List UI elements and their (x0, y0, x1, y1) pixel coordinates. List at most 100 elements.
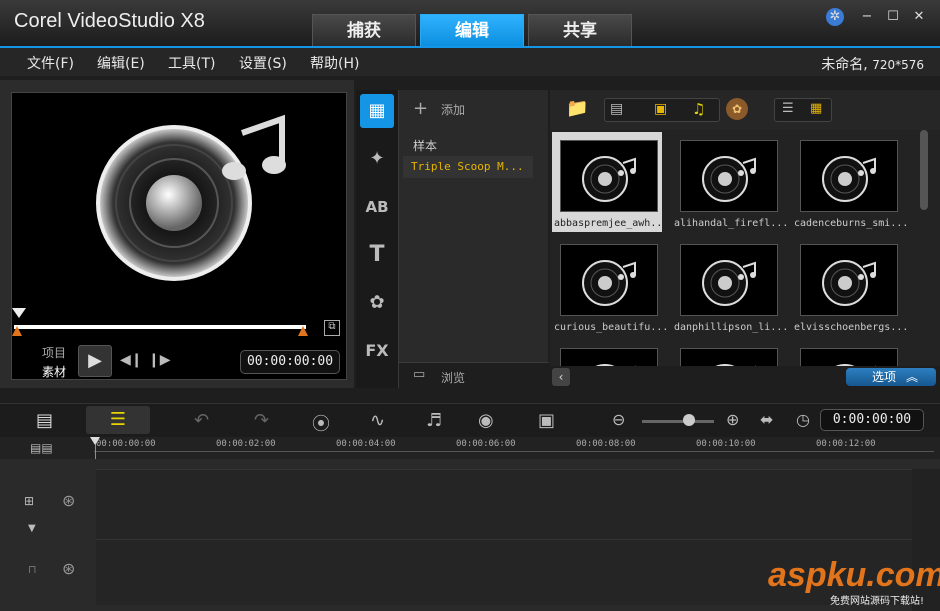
auto-music-icon[interactable]: ♬ (426, 410, 442, 431)
record-capture-icon[interactable]: ⦿ (312, 410, 330, 436)
duration-clock-icon[interactable]: ◷ (796, 410, 810, 429)
grid-toolbar: 📁 ▤ ▣ ♫ ✿ ☰ ▦ (550, 90, 940, 130)
music-thumbnail-icon (560, 244, 658, 316)
menu-settings[interactable]: 设置(S) (239, 53, 287, 73)
maximize-icon[interactable]: ☐ (884, 8, 902, 26)
minimize-icon[interactable]: − (858, 8, 876, 26)
prev-frame-icon[interactable]: ◀❙ (120, 352, 143, 368)
preview-screen (11, 92, 347, 380)
close-icon[interactable]: ✕ (910, 8, 928, 26)
collapse-left-icon[interactable]: ‹ (552, 368, 570, 386)
track-manager-icon[interactable]: ▤▤ (30, 441, 53, 455)
project-name: 未命名 (821, 57, 864, 73)
thumbnail-caption: elvisschoenbergs... (794, 322, 909, 333)
thumbnail-item[interactable] (672, 340, 782, 366)
tab-capture[interactable]: 捕获 (312, 14, 416, 46)
zoom-slider[interactable] (642, 420, 714, 423)
menu-bar: 文件(F) 编辑(E) 工具(T) 设置(S) 帮助(H) 未命名, 720*5… (0, 46, 940, 76)
library-tabs: ▦ ✦ AB T ✿ FX (356, 90, 398, 388)
motion-tracking-icon[interactable]: ◉ (478, 410, 494, 431)
menu-edit[interactable]: 编辑(E) (97, 53, 145, 73)
project-resolution: 720*576 (872, 58, 924, 72)
storyboard-view-icon[interactable]: ▤ (36, 410, 53, 431)
add-folder-label[interactable]: 添加 (441, 101, 465, 118)
menu-help[interactable]: 帮助(H) (310, 53, 359, 73)
add-icon[interactable]: + (413, 98, 428, 119)
timeline-ruler[interactable]: ▤▤ 00:00:00:00 00:00:02:00 00:00:04:00 0… (0, 437, 940, 470)
graphics-icon[interactable]: ✿ (360, 286, 394, 320)
folder-panel: + 添加 样本 Triple Scoop M... ▭ 浏览 (398, 90, 549, 388)
thumbnail-caption: alihandal_firefl... (674, 218, 789, 229)
grid-scrollbar[interactable] (920, 130, 928, 210)
transition-icon[interactable]: AB (360, 190, 394, 224)
triple-scoop-icon[interactable]: ✿ (726, 98, 748, 120)
ruler-baseline (94, 451, 934, 452)
media-grid-panel: 📁 ▤ ▣ ♫ ✿ ☰ ▦ abbaspremjee_awh... alihan… (550, 90, 940, 388)
ruler-tick-label: 00:00:04:00 (336, 439, 396, 449)
enlarge-preview-icon[interactable]: ⧉ (324, 320, 340, 336)
trim-end-icon[interactable] (298, 326, 308, 336)
undo-icon[interactable]: ↶ (194, 410, 209, 431)
instant-project-icon[interactable]: ✦ (360, 142, 394, 176)
menu-file[interactable]: 文件(F) (27, 53, 74, 73)
tab-edit[interactable]: 编辑 (420, 14, 524, 46)
zoom-slider-handle[interactable] (683, 414, 695, 426)
browse-icon[interactable]: ▭ (413, 367, 425, 382)
scrub-bar[interactable] (14, 325, 306, 329)
media-tab-icon[interactable]: ▦ (360, 94, 394, 128)
timeline-toolbar: ▤ ☰ ↶ ↷ ⦿ ∿ ♬ ◉ ▣ ⊖ ⊕ ⬌ ◷ 0:00:00:00 (0, 403, 940, 437)
mark-in-handle-icon[interactable] (12, 308, 26, 318)
expand-track-icon[interactable]: ▼ (28, 523, 36, 534)
overlay-lock-icon[interactable]: ⊓ (28, 563, 37, 576)
thumbnail-item[interactable] (552, 340, 662, 366)
preview-timecode[interactable]: 00:00:00:00 (240, 350, 340, 374)
thumbnail-item[interactable]: elvisschoenbergs... (792, 236, 908, 336)
folder-item-selected[interactable]: Triple Scoop M... (403, 156, 533, 178)
title-icon[interactable]: T (360, 238, 394, 272)
app-window: Corel VideoStudio X8 捕获 编辑 共享 ✲ − ☐ ✕ 文件… (0, 0, 940, 611)
music-thumbnail-icon (560, 140, 658, 212)
thumbnail-item[interactable]: danphillipson_li... (672, 236, 788, 336)
music-thumbnail-icon (800, 244, 898, 316)
fit-project-icon[interactable]: ⬌ (760, 410, 773, 429)
list-view-icon[interactable]: ☰ (782, 101, 794, 116)
thumbnail-item[interactable]: alihandal_firefl... (672, 132, 788, 232)
filter-icon[interactable]: FX (360, 334, 394, 368)
thumbnail-item[interactable]: cadenceburns_smi... (792, 132, 908, 232)
timeline-view-icon[interactable]: ☰ (86, 406, 150, 434)
folder-item[interactable]: 样本 (413, 137, 437, 154)
redo-icon[interactable]: ↷ (254, 410, 269, 431)
photo-filter-icon[interactable]: ▣ (654, 101, 667, 117)
playhead-handle-icon[interactable] (90, 437, 100, 445)
video-track[interactable] (96, 469, 912, 539)
preview-timecode-value: 00:00:00:00 (246, 354, 334, 369)
zoom-in-icon[interactable]: ⊕ (726, 410, 739, 429)
options-button[interactable]: 选项 ︽ (846, 368, 936, 386)
tab-share[interactable]: 共享 (528, 14, 632, 46)
browse-bar: ▭ 浏览 (399, 362, 549, 388)
folder-open-icon[interactable]: 📁 (566, 98, 588, 119)
video-filter-icon[interactable]: ▤ (610, 101, 623, 117)
thumbnail-caption: abbaspremjee_awh... (554, 218, 669, 229)
zoom-out-icon[interactable]: ⊖ (612, 410, 625, 429)
settings-globe-icon[interactable]: ✲ (826, 8, 844, 26)
watermark-logo: aspku.com (768, 556, 940, 595)
next-frame-icon[interactable]: ❙▶ (148, 352, 171, 368)
subtitle-editor-icon[interactable]: ▣ (538, 410, 555, 431)
trim-start-icon[interactable] (12, 326, 22, 336)
thumbnail-item[interactable] (792, 340, 902, 366)
browse-label[interactable]: 浏览 (441, 369, 465, 386)
thumbnail-item[interactable]: curious_beautifu... (552, 236, 668, 336)
mode-clip[interactable]: 素材 (42, 363, 66, 380)
thumbnail-item[interactable]: abbaspremjee_awh... (552, 132, 668, 232)
ruler-tick-label: 00:00:06:00 (456, 439, 516, 449)
grid-view-icon[interactable]: ▦ (810, 101, 822, 116)
lock-track-icon[interactable]: ⊞ (24, 494, 34, 508)
timeline-timecode[interactable]: 0:00:00:00 (820, 409, 924, 431)
menu-tools[interactable]: 工具(T) (168, 53, 215, 73)
mode-project[interactable]: 项目 (42, 344, 66, 361)
timeline-timecode-value: 0:00:00:00 (832, 412, 912, 427)
play-button[interactable]: ▶ (78, 345, 112, 377)
audio-filter-icon[interactable]: ♫ (692, 100, 705, 118)
sound-mixer-icon[interactable]: ∿ (370, 410, 385, 431)
